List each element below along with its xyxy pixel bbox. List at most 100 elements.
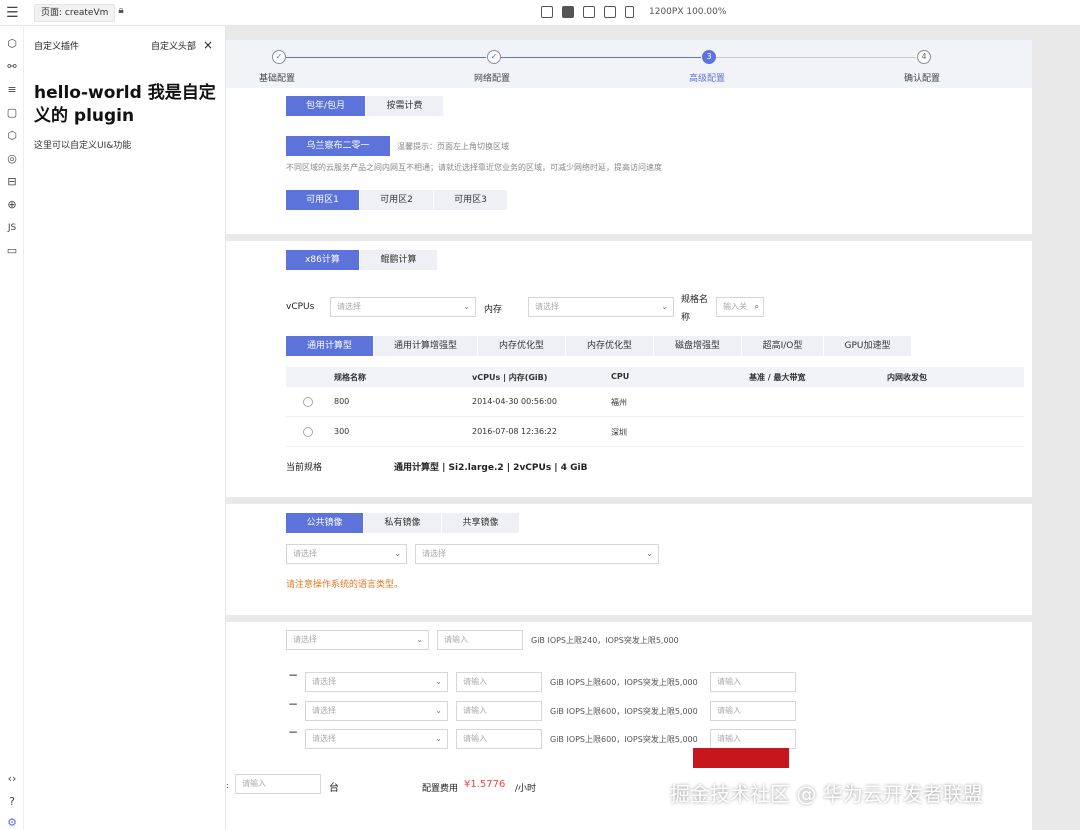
chevron-down-icon: ⌄	[661, 302, 668, 311]
quantity-input[interactable]: 请输入	[235, 774, 321, 794]
cube-icon[interactable]: ⬡	[5, 37, 19, 51]
row-radio[interactable]	[303, 397, 313, 407]
tab-x86[interactable]: x86计算	[286, 250, 360, 270]
tab-zone-1[interactable]: 可用区1	[286, 190, 360, 210]
footer-colon: :	[226, 781, 229, 790]
tab-billing-yearly[interactable]: 包年/包月	[286, 96, 366, 116]
chevron-down-icon: ⌄	[463, 302, 470, 311]
tab-general-enhanced[interactable]: 通用计算增强型	[374, 336, 478, 356]
mobile-icon[interactable]	[625, 6, 634, 18]
step-1-circle: ✓	[272, 50, 286, 64]
tab-private-image[interactable]: 私有镜像	[364, 513, 442, 533]
database-icon[interactable]: ◎	[5, 152, 19, 166]
laptop-icon[interactable]	[562, 6, 574, 18]
table-row[interactable]: 300 2016-07-08 12:36:22 深圳	[286, 417, 1024, 447]
tab-zone-3[interactable]: 可用区3	[434, 190, 508, 210]
tab-billing-ondemand[interactable]: 按需计费	[366, 96, 444, 116]
region-button[interactable]: 乌兰察布二零一	[286, 136, 390, 156]
schema-icon[interactable]: ▭	[5, 244, 19, 258]
billing-tabs: 包年/包月 按需计费	[286, 96, 444, 116]
remove-disk-icon[interactable]: −	[288, 697, 298, 711]
tab-memory-optimized-2[interactable]: 内存优化型	[566, 336, 654, 356]
data-disk-size-input[interactable]: 请输入	[456, 672, 542, 692]
remove-disk-icon[interactable]: −	[288, 668, 298, 682]
data-disk-type-select[interactable]: 请选择 ⌄	[305, 729, 448, 749]
tab-kunpeng[interactable]: 鲲鹏计算	[360, 250, 438, 270]
tablet-landscape-icon[interactable]	[583, 6, 595, 18]
vcpus-select[interactable]: 请选择 ⌄	[330, 297, 476, 317]
th-cpu[interactable]: CPU	[611, 372, 629, 381]
step-indicator: ✓ 基础配置 ✓ 网络配置 3 高级配置 4 确认配置	[226, 40, 1032, 88]
system-disk-type-select[interactable]: 请选择 ⌄	[286, 630, 429, 650]
th-packets[interactable]: 内网收发包	[887, 372, 927, 383]
spec-name-label: 规格名称	[681, 295, 709, 323]
th-vcpus-memory[interactable]: vCPUs | 内存(GiB)	[472, 372, 547, 383]
tab-disk-enhanced[interactable]: 磁盘增强型	[654, 336, 742, 356]
file-icon[interactable]: ▢	[5, 106, 19, 120]
tab-public-image[interactable]: 公共镜像	[286, 513, 364, 533]
tab-memory-optimized-1[interactable]: 内存优化型	[478, 336, 566, 356]
watermark-text: 掘金技术社区 @ 华为云开发者联盟	[670, 782, 983, 806]
data-disk-type-select[interactable]: 请选择 ⌄	[305, 701, 448, 721]
region-tip: 温馨提示：页面左上角切换区域	[397, 142, 509, 151]
cell-spec-name: 800	[334, 397, 350, 406]
search-icon[interactable]: ⌕	[755, 298, 759, 316]
tab-high-io[interactable]: 超高I/O型	[742, 336, 824, 356]
data-disk-size-input[interactable]: 请输入	[456, 701, 542, 721]
tablet-rotate-icon[interactable]	[604, 6, 616, 18]
globe-icon[interactable]: ⊕	[5, 198, 19, 212]
help-icon[interactable]: ?	[5, 795, 19, 809]
data-disk-extra-input[interactable]: 请输入	[710, 701, 796, 721]
th-bandwidth[interactable]: 基准 / 最大带宽	[749, 372, 806, 383]
image-section: 公共镜像 私有镜像 共享镜像 请选择 ⌄ 请选择 ⌄ 请注意操作系统的语言类型。	[226, 504, 1032, 615]
data-disk-size-input[interactable]: 请输入	[456, 729, 542, 749]
components-icon[interactable]: ⚯	[5, 60, 19, 74]
step-4-circle: 4	[917, 50, 931, 64]
tab-general[interactable]: 通用计算型	[286, 336, 374, 356]
row-radio[interactable]	[303, 427, 313, 437]
top-bar: ☰ 页面: createVm 🔒︎ 1200PX 100.00%	[0, 0, 1080, 26]
image-tabs: 公共镜像 私有镜像 共享镜像	[286, 513, 520, 533]
tab-shared-image[interactable]: 共享镜像	[442, 513, 520, 533]
data-disk-note: GiB IOPS上限600，IOPS突发上限5,000	[550, 678, 698, 687]
memory-placeholder: 请选择	[535, 302, 559, 311]
custom-header-link[interactable]: 自定义头部	[151, 42, 196, 52]
page-stage: ✓ 基础配置 ✓ 网络配置 3 高级配置 4 确认配置 包年/包月 按需计费 乌…	[226, 40, 1032, 830]
js-icon[interactable]: JS	[5, 221, 19, 235]
tab-zone-2[interactable]: 可用区2	[360, 190, 434, 210]
data-disk-extra-input[interactable]: 请输入	[710, 672, 796, 692]
step-4-label[interactable]: 确认配置	[904, 71, 940, 84]
chevron-down-icon: ⌄	[435, 734, 442, 743]
memory-select[interactable]: 请选择 ⌄	[528, 297, 674, 317]
page-selector[interactable]: 页面: createVm	[34, 4, 116, 22]
current-spec-label: 当前规格	[286, 463, 323, 473]
system-disk-size-input[interactable]: 请输入	[437, 630, 523, 650]
desktop-icon[interactable]	[541, 6, 553, 18]
instance-type-tabs: 通用计算型 通用计算增强型 内存优化型 内存优化型 磁盘增强型 超高I/O型 G…	[286, 336, 912, 356]
code-icon[interactable]: ‹›	[5, 772, 19, 786]
hamburger-menu-icon[interactable]: ☰	[6, 5, 19, 21]
package-icon[interactable]: ⬡	[5, 129, 19, 143]
tab-gpu[interactable]: GPU加速型	[824, 336, 912, 356]
system-disk-note: GiB IOPS上限240，IOPS突发上限5,000	[531, 636, 679, 645]
remove-disk-icon[interactable]: −	[288, 725, 298, 739]
close-icon[interactable]: ×	[203, 38, 213, 52]
os-select[interactable]: 请选择 ⌄	[286, 544, 407, 564]
data-disk-type-select[interactable]: 请选择 ⌄	[305, 672, 448, 692]
step-3-label[interactable]: 高级配置	[689, 71, 725, 84]
lock-icon[interactable]: 🔒︎	[113, 5, 129, 21]
compute-section: x86计算 鲲鹏计算 vCPUs 请选择 ⌄ 内存 请选择 ⌄ 规格名称 输入关…	[226, 241, 1032, 497]
table-row[interactable]: 800 2014-04-30 00:56:00 福州	[286, 387, 1024, 417]
spec-search-input[interactable]: 输入关 ⌕	[716, 297, 764, 317]
vcpus-label: vCPUs	[286, 302, 315, 312]
plugin-panel: 自定义插件 自定义头部 × hello-world 我是自定义的 plugin …	[24, 26, 226, 830]
image-version-select[interactable]: 请选择 ⌄	[415, 544, 659, 564]
step-1-label[interactable]: 基础配置	[259, 71, 295, 84]
outline-icon[interactable]: ≡	[5, 83, 19, 97]
zoom-label: 1200PX 100.00%	[649, 7, 727, 17]
settings-icon[interactable]: ⚙	[5, 816, 19, 830]
data-disk-extra-input[interactable]: 请输入	[710, 729, 796, 749]
storage-icon[interactable]: ⊟	[5, 175, 19, 189]
buy-button[interactable]	[693, 748, 789, 768]
step-2-label[interactable]: 网络配置	[474, 71, 510, 84]
